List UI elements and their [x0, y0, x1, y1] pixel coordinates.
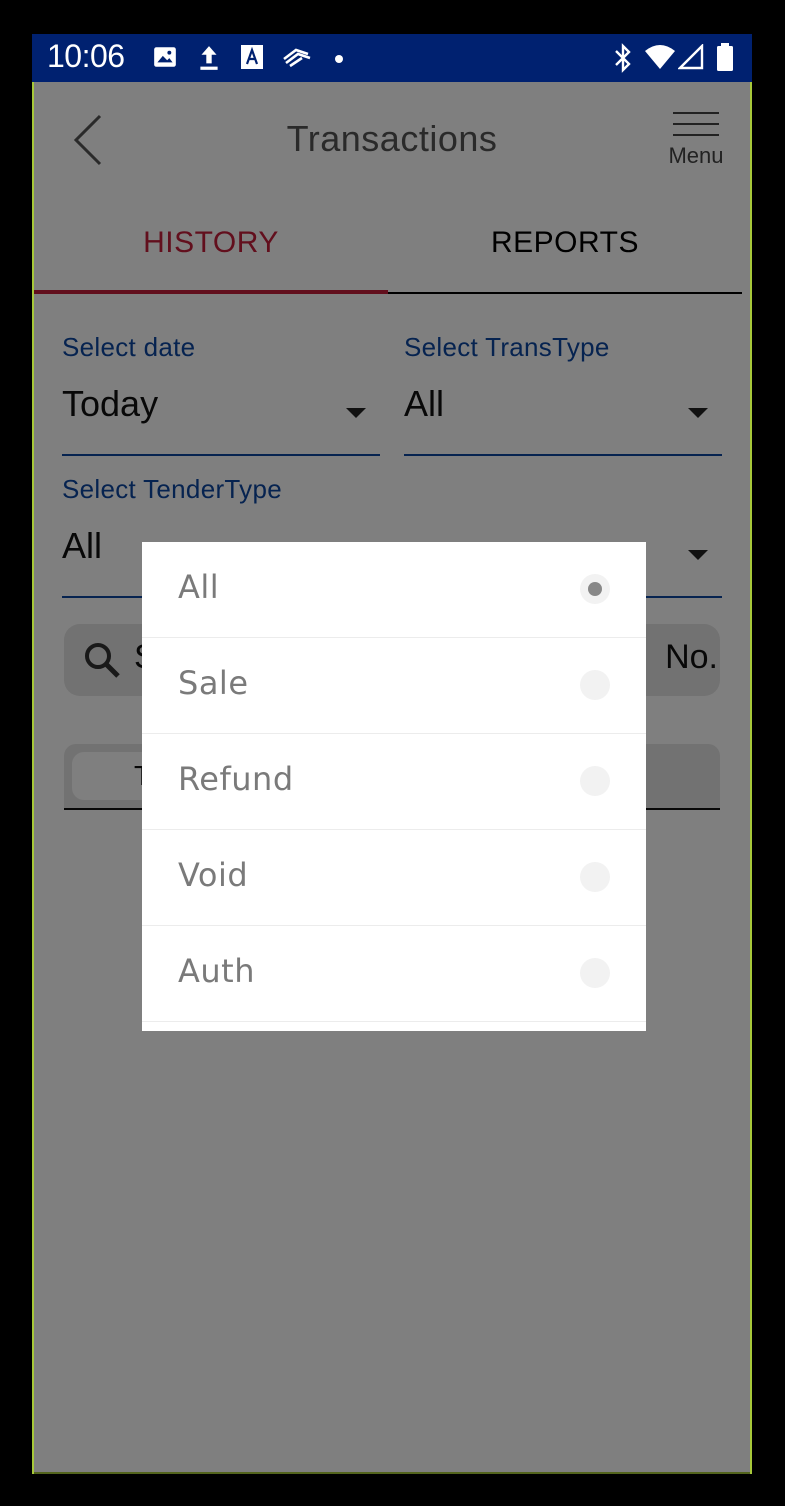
option-label: Sale: [178, 664, 249, 702]
status-time: 10:06: [47, 38, 125, 74]
a-badge-icon: [241, 45, 263, 69]
transtype-picker-dialog: All Sale Refund Void Auth: [142, 542, 646, 1031]
wifi-icon: [645, 45, 675, 69]
radio-icon[interactable]: [580, 766, 610, 796]
app-window: Transactions Menu HISTORY REPORTS Select…: [32, 82, 752, 1474]
radio-icon[interactable]: [580, 670, 610, 700]
option-label: All: [178, 568, 220, 606]
option-sale[interactable]: Sale: [142, 638, 646, 734]
option-label: Void: [178, 856, 249, 894]
option-void[interactable]: Void: [142, 830, 646, 926]
device-screen: 10:06 Transactions Menu HISTORY REPORTS …: [32, 34, 752, 1474]
option-label: Refund: [178, 760, 294, 798]
bank-icon: [283, 48, 311, 68]
status-bar: 10:06: [32, 34, 752, 82]
option-all[interactable]: All: [142, 542, 646, 638]
battery-icon: [717, 43, 733, 71]
image-icon: [154, 47, 176, 67]
bluetooth-icon: [615, 43, 631, 73]
option-refund[interactable]: Refund: [142, 734, 646, 830]
radio-icon[interactable]: [580, 862, 610, 892]
radio-icon[interactable]: [580, 958, 610, 988]
option-label: Auth: [178, 952, 255, 990]
dot-icon: [335, 55, 343, 63]
radio-selected-icon[interactable]: [580, 574, 610, 604]
upload-icon: [200, 46, 218, 70]
signal-icon: [678, 44, 704, 70]
option-auth[interactable]: Auth: [142, 926, 646, 1022]
